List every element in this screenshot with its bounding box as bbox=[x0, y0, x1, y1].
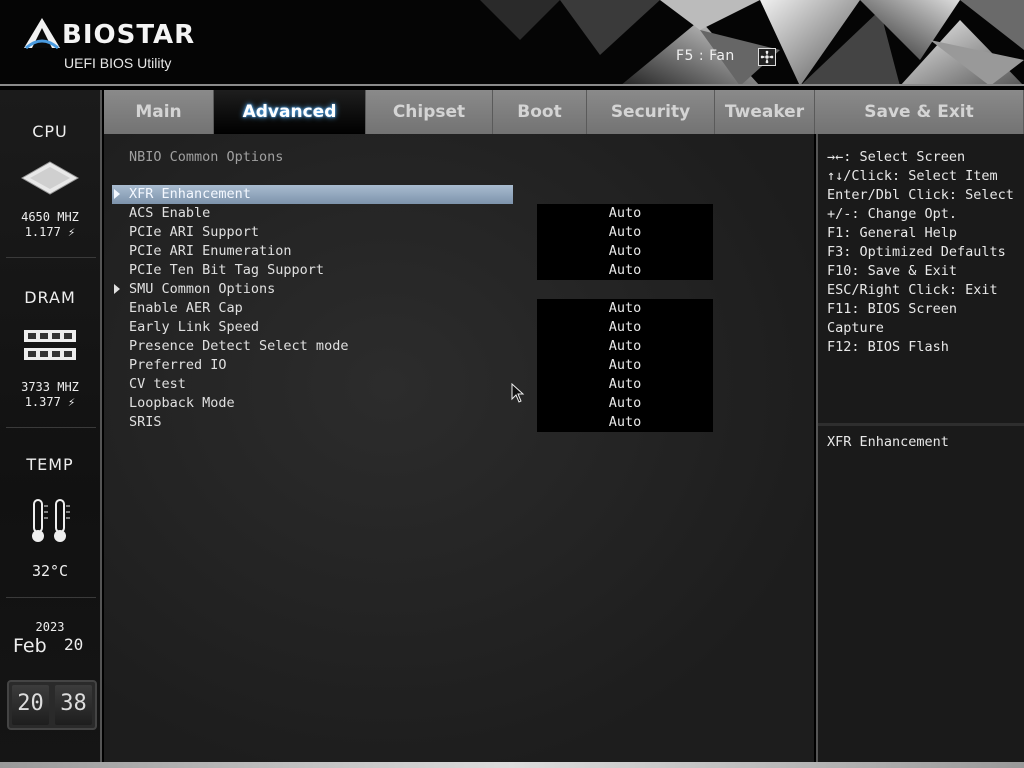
row-value[interactable]: Auto bbox=[537, 223, 713, 242]
dram-title: DRAM bbox=[24, 288, 76, 307]
row-value[interactable]: Auto bbox=[537, 375, 713, 394]
menu-smu-common-options[interactable]: SMU Common Options bbox=[104, 280, 814, 299]
fan-icon[interactable] bbox=[758, 48, 776, 66]
setting-acs-enable[interactable]: ACS Enable Auto bbox=[104, 204, 814, 223]
help-line: F1: General Help bbox=[827, 225, 958, 241]
clock-minute: 38 bbox=[55, 685, 92, 725]
setting-pcie-ari-enumeration[interactable]: PCIe ARI Enumeration Auto bbox=[104, 242, 814, 261]
section-title: NBIO Common Options bbox=[129, 149, 284, 165]
row-label: PCIe Ten Bit Tag Support bbox=[129, 262, 325, 278]
tab-security[interactable]: Security bbox=[587, 90, 715, 134]
cpu-voltage: 1.177 ⚡ bbox=[24, 225, 76, 239]
row-label: Preferred IO bbox=[129, 357, 227, 373]
help-line: +/-: Change Opt. bbox=[827, 206, 958, 222]
setting-sris[interactable]: SRIS Auto bbox=[104, 413, 814, 432]
dram-module-icon bbox=[24, 330, 76, 360]
setting-early-link-speed[interactable]: Early Link Speed Auto bbox=[104, 318, 814, 337]
row-value[interactable]: Auto bbox=[537, 337, 713, 356]
row-label: PCIe ARI Enumeration bbox=[129, 243, 292, 259]
system-status-sidebar: CPU 4650 MHZ 1.177 ⚡ DRAM 3733 MHZ 1.377… bbox=[0, 90, 102, 762]
cpu-chip-icon bbox=[20, 161, 80, 195]
help-line: Capture bbox=[827, 320, 884, 336]
setting-pcie-ten-bit-tag[interactable]: PCIe Ten Bit Tag Support Auto bbox=[104, 261, 814, 280]
row-label: Loopback Mode bbox=[129, 395, 235, 411]
row-label: SMU Common Options bbox=[129, 281, 276, 297]
help-panel: →←: Select Screen ↑↓/Click: Select Item … bbox=[816, 134, 1024, 762]
date-month: Feb bbox=[13, 635, 47, 657]
mouse-cursor-icon bbox=[511, 383, 525, 403]
divider bbox=[6, 597, 96, 598]
biostar-logo-icon bbox=[24, 18, 60, 50]
brand-subtitle: UEFI BIOS Utility bbox=[64, 55, 172, 71]
cpu-frequency: 4650 MHZ bbox=[21, 210, 79, 224]
divider bbox=[6, 257, 96, 258]
bottom-edge-bar bbox=[0, 762, 1024, 768]
row-label: CV test bbox=[129, 376, 186, 392]
divider bbox=[6, 427, 96, 428]
tab-boot[interactable]: Boot bbox=[493, 90, 587, 134]
header-bar: BIOSTAR UEFI BIOS Utility F5 : Fan bbox=[0, 0, 1024, 86]
tab-advanced[interactable]: Advanced bbox=[214, 90, 366, 134]
help-line: ESC/Right Click: Exit bbox=[827, 282, 998, 298]
help-line: ↑↓/Click: Select Item bbox=[827, 168, 998, 184]
main-tab-bar: Main Advanced Chipset Boot Security Twea… bbox=[104, 90, 1024, 134]
row-label: PCIe ARI Support bbox=[129, 224, 260, 240]
dram-voltage: 1.377 ⚡ bbox=[24, 395, 76, 409]
clock-display: 20 38 bbox=[7, 680, 97, 730]
row-value[interactable]: Auto bbox=[537, 261, 713, 280]
help-line: F11: BIOS Screen bbox=[827, 301, 958, 317]
settings-panel: NBIO Common Options XFR Enhancement ACS … bbox=[104, 134, 814, 762]
row-value[interactable]: Auto bbox=[537, 204, 713, 223]
row-label: Presence Detect Select mode bbox=[129, 338, 349, 354]
tab-main[interactable]: Main bbox=[104, 90, 214, 134]
row-value[interactable]: Auto bbox=[537, 413, 713, 432]
row-value[interactable]: Auto bbox=[537, 318, 713, 337]
help-line: F12: BIOS Flash bbox=[827, 339, 949, 355]
cpu-title: CPU bbox=[32, 122, 68, 141]
help-line: F3: Optimized Defaults bbox=[827, 244, 1006, 260]
fan-hotkey-hint[interactable]: F5 : Fan bbox=[676, 48, 735, 64]
item-description: XFR Enhancement bbox=[827, 434, 949, 450]
tab-tweaker[interactable]: Tweaker bbox=[715, 90, 815, 134]
brand-name: BIOSTAR bbox=[62, 20, 196, 50]
setting-preferred-io[interactable]: Preferred IO Auto bbox=[104, 356, 814, 375]
clock-hour: 20 bbox=[12, 685, 49, 725]
row-label: SRIS bbox=[129, 414, 162, 430]
date-year: 2023 bbox=[35, 620, 65, 634]
row-label: Early Link Speed bbox=[129, 319, 260, 335]
setting-enable-aer-cap[interactable]: Enable AER Cap Auto bbox=[104, 299, 814, 318]
row-value[interactable]: Auto bbox=[537, 356, 713, 375]
submenu-arrow-icon bbox=[114, 189, 120, 199]
setting-pcie-ari-support[interactable]: PCIe ARI Support Auto bbox=[104, 223, 814, 242]
row-label: XFR Enhancement bbox=[129, 186, 251, 202]
temperature-value: 32°C bbox=[31, 562, 69, 580]
help-divider bbox=[818, 423, 1024, 426]
help-line: Enter/Dbl Click: Select bbox=[827, 187, 1014, 203]
date-day: 20 bbox=[64, 635, 84, 654]
row-label: Enable AER Cap bbox=[129, 300, 243, 316]
tab-save-exit[interactable]: Save & Exit bbox=[815, 90, 1024, 134]
row-value[interactable]: Auto bbox=[537, 394, 713, 413]
tab-chipset[interactable]: Chipset bbox=[366, 90, 493, 134]
row-label: ACS Enable bbox=[129, 205, 211, 221]
menu-xfr-enhancement[interactable]: XFR Enhancement bbox=[104, 185, 814, 204]
dram-frequency: 3733 MHZ bbox=[21, 380, 79, 394]
setting-loopback-mode[interactable]: Loopback Mode Auto bbox=[104, 394, 814, 413]
help-line: →←: Select Screen bbox=[827, 149, 966, 165]
setting-presence-detect-select-mode[interactable]: Presence Detect Select mode Auto bbox=[104, 337, 814, 356]
submenu-arrow-icon bbox=[114, 284, 120, 294]
temp-title: TEMP bbox=[26, 455, 74, 474]
setting-cv-test[interactable]: CV test Auto bbox=[104, 375, 814, 394]
row-value[interactable]: Auto bbox=[537, 299, 713, 318]
row-value[interactable]: Auto bbox=[537, 242, 713, 261]
thermometer-icon bbox=[32, 499, 70, 542]
help-line: F10: Save & Exit bbox=[827, 263, 958, 279]
